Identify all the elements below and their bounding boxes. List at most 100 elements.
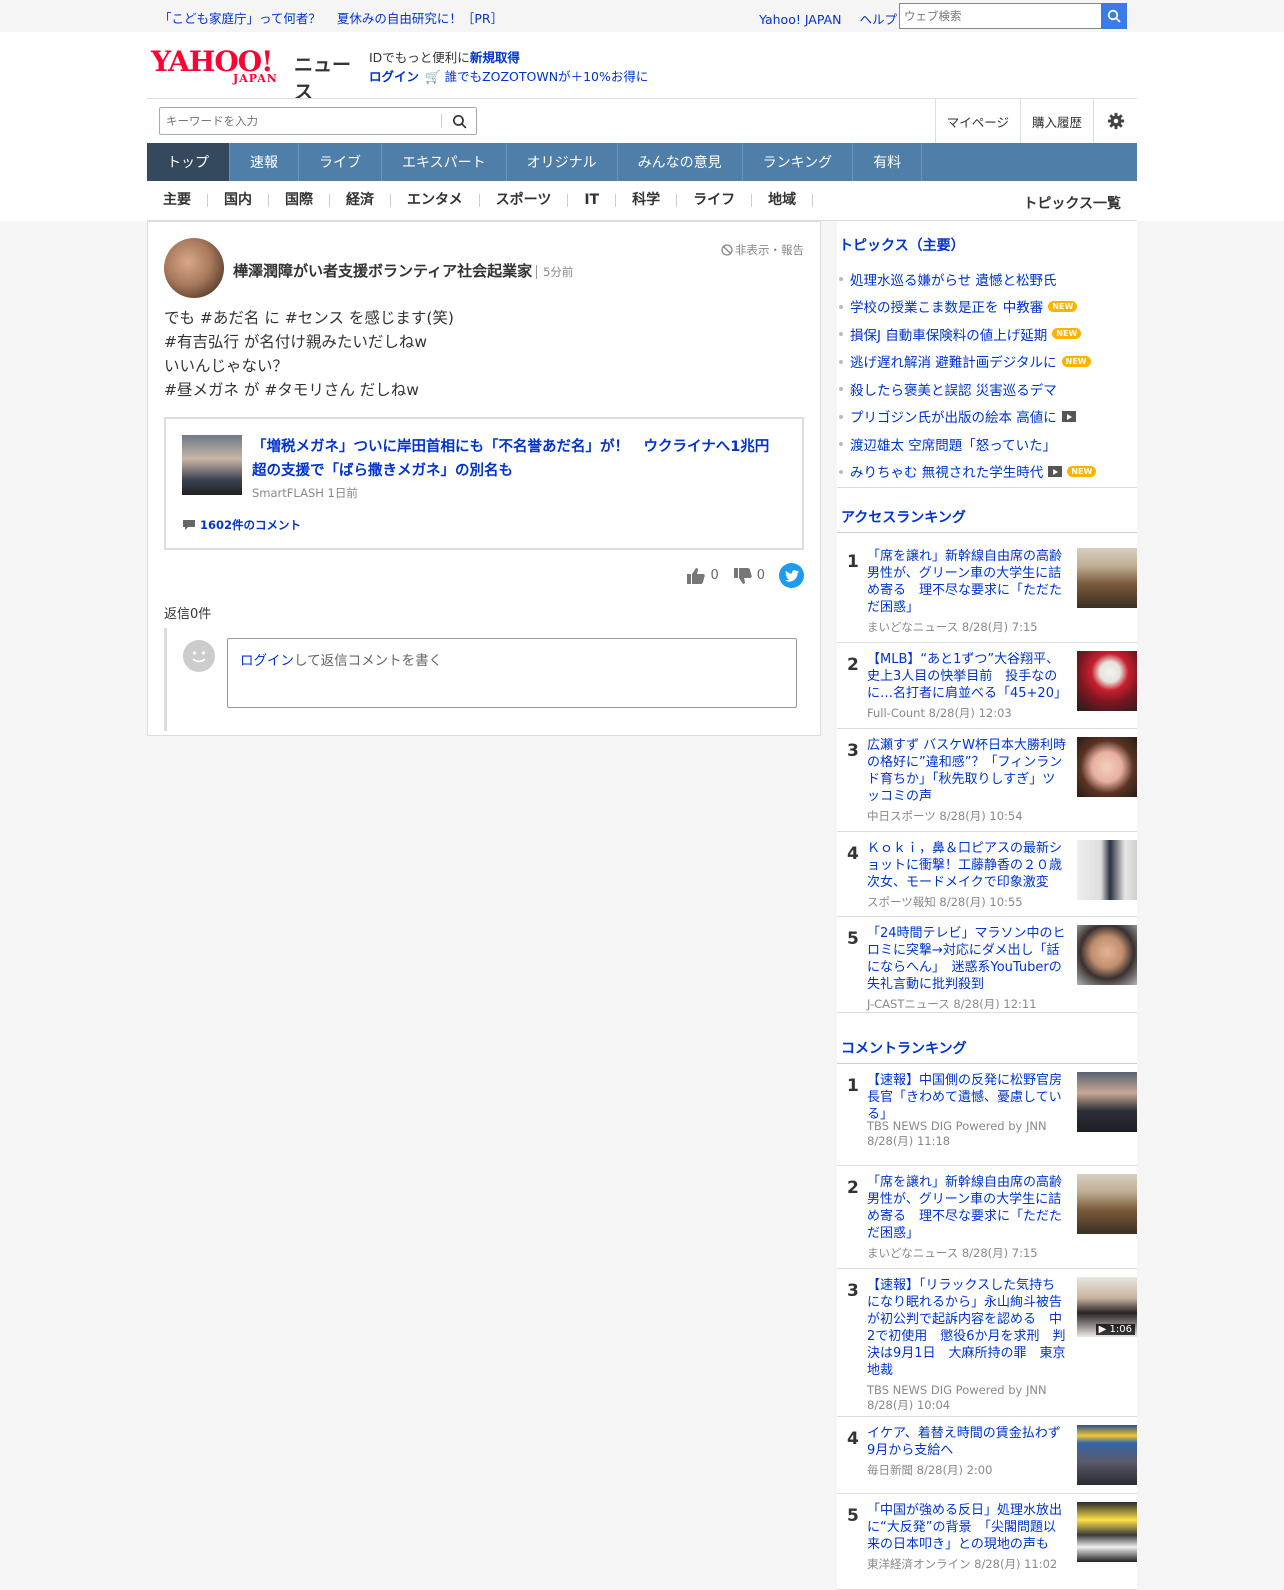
- category-item[interactable]: エンタメ: [391, 193, 480, 207]
- category-item[interactable]: スポーツ: [480, 193, 569, 207]
- ranking-item[interactable]: 4 Ｋｏｋｉ，鼻＆口ピアスの最新ショットに衝撃！工藤静香の２０歳次女、モードメイク…: [837, 832, 1137, 917]
- main-nav-item[interactable]: ライブ: [299, 143, 382, 181]
- reply-comment-field[interactable]: ログインして返信コメントを書く: [227, 638, 797, 708]
- avatar[interactable]: [164, 238, 224, 298]
- ranking-thumbnail[interactable]: [1077, 737, 1137, 797]
- ranking-thumbnail[interactable]: ▶ 1:06: [1077, 1277, 1137, 1337]
- ranking-title[interactable]: 【MLB】“あと1ずつ”大谷翔平、史上3人目の快挙目前 投手なのに…名打者に肩並…: [867, 651, 1067, 702]
- reply-login-link[interactable]: ログイン: [240, 653, 294, 669]
- ranking-thumbnail[interactable]: [1077, 651, 1137, 711]
- promo-link-1[interactable]: 「こども家庭庁」って何者？: [159, 11, 321, 26]
- new-badge: NEW: [1052, 328, 1082, 340]
- ranking-title[interactable]: 「中国が強める反日」処理水放出に“大反発”の背景 「尖閣問題以来の日本叩き」との…: [867, 1502, 1067, 1553]
- category-item[interactable]: 国際: [269, 193, 330, 207]
- author-name[interactable]: 樺澤潤障がい者支援ボランティア社会起業家: [233, 262, 532, 280]
- ranking-thumbnail[interactable]: [1077, 1502, 1137, 1562]
- topics-title[interactable]: トピックス（主要）: [839, 235, 965, 255]
- ranking-title[interactable]: 「席を譲れ」新幹線自由席の高齢男性が、グリーン車の大学生に詰め寄る 理不尽な要求…: [867, 548, 1067, 616]
- ranking-thumbnail[interactable]: [1077, 1072, 1137, 1132]
- ranking-title[interactable]: イケア、着替え時間の賃金払わず 9月から支給へ: [867, 1425, 1074, 1459]
- ranking-item[interactable]: 5 「24時間テレビ」マラソン中のヒロミに突撃→対応にダメ出し「話にならへん」 迷…: [837, 917, 1137, 1013]
- ranking-item[interactable]: 1 「席を譲れ」新幹線自由席の高齢男性が、グリーン車の大学生に詰め寄る 理不尽な要…: [837, 540, 1137, 643]
- category-item[interactable]: 国内: [208, 193, 269, 207]
- ranking-thumbnail[interactable]: [1077, 925, 1137, 985]
- ranking-title[interactable]: 【速報】中国側の反発に松野官房長官「きわめて遺憾、憂慮している」: [867, 1072, 1067, 1123]
- category-item[interactable]: IT: [568, 193, 617, 207]
- linked-article[interactable]: 「増税メガネ」ついに岸田首相にも「不名誉あだ名」が！ ウクライナへ1兆円超の支援…: [164, 417, 804, 550]
- category-item[interactable]: ライフ: [677, 193, 753, 207]
- ranking-thumbnail[interactable]: [1077, 840, 1137, 900]
- ranking-number: 2: [847, 655, 859, 675]
- main-nav-item[interactable]: みんなの意見: [618, 143, 743, 181]
- ranking-number: 4: [847, 1429, 859, 1449]
- main-nav-item[interactable]: オリジナル: [507, 143, 618, 181]
- yahoo-japan-link[interactable]: Yahoo! JAPAN: [759, 12, 841, 27]
- register-link[interactable]: 新規取得: [470, 50, 520, 65]
- ranking-title[interactable]: 「24時間テレビ」マラソン中のヒロミに突撃→対応にダメ出し「話にならへん」 迷惑…: [867, 925, 1067, 993]
- ranking-item[interactable]: 4 イケア、着替え時間の賃金払わず 9月から支給へ 毎日新聞 8/28(月) 2:0…: [837, 1417, 1137, 1494]
- purchase-history-link[interactable]: 購入履歴: [1019, 99, 1093, 143]
- category-item[interactable]: 経済: [330, 193, 391, 207]
- topic-label: 処理水巡る嫌がらせ 遺憾と松野氏: [850, 272, 1057, 289]
- topic-item[interactable]: 渡辺雄太 空席問題「怒っていた」: [837, 430, 1137, 458]
- dislike-button[interactable]: 0: [733, 567, 765, 585]
- mypage-link[interactable]: マイページ: [934, 99, 1020, 143]
- like-button[interactable]: 0: [686, 567, 719, 585]
- topic-item[interactable]: 処理水巡る嫌がらせ 遺憾と松野氏: [837, 265, 1137, 293]
- ranking-item[interactable]: 5 「中国が強める反日」処理水放出に“大反発”の背景 「尖閣問題以来の日本叩き」と…: [837, 1494, 1137, 1590]
- keyword-search-input[interactable]: [160, 109, 441, 133]
- article-source: SmartFLASH 1日前: [252, 486, 358, 500]
- article-comments-link[interactable]: 1602件のコメント: [182, 517, 301, 533]
- article-title[interactable]: 「増税メガネ」ついに岸田首相にも「不名誉あだ名」が！ ウクライナへ1兆円超の支援…: [252, 435, 782, 483]
- ranking-item[interactable]: 2 【MLB】“あと1ずつ”大谷翔平、史上3人目の快挙目前 投手なのに…名打者に肩…: [837, 643, 1137, 729]
- ranking-title[interactable]: 【速報】「リラックスした気持ちになり眠れるから」永山絢斗被告が初公判で起訴内容を…: [867, 1277, 1067, 1379]
- topic-item[interactable]: プリゴジン氏が出版の絵本 高値に: [837, 403, 1137, 431]
- topic-item[interactable]: 学校の授業こま数是正を 中教審 NEW: [837, 293, 1137, 321]
- access-ranking-title[interactable]: アクセスランキング: [841, 507, 966, 527]
- yahoo-news-logo[interactable]: YAHOO! JAPAN ニュース: [151, 48, 361, 104]
- logo-japan-text: JAPAN: [233, 72, 278, 85]
- ranking-item[interactable]: 3 【速報】「リラックスした気持ちになり眠れるから」永山絢斗被告が初公判で起訴内容…: [837, 1269, 1137, 1417]
- category-item[interactable]: 主要: [147, 193, 208, 207]
- main-nav-item[interactable]: 有料: [853, 143, 923, 181]
- topic-item[interactable]: 損保J 自動車保険料の値上げ延期 NEW: [837, 320, 1137, 348]
- ranking-meta: J-CASTニュース 8/28(月) 12:11: [867, 997, 1037, 1011]
- category-item[interactable]: 科学: [616, 193, 678, 207]
- login-link[interactable]: ログイン: [369, 69, 419, 84]
- topic-item[interactable]: みりちゃむ 無視された学生時代 NEW: [837, 458, 1137, 486]
- topic-item[interactable]: 殺したら褒美と誤認 災害巡るデマ: [837, 375, 1137, 403]
- thumbs-up-icon: [687, 567, 706, 584]
- main-nav-item[interactable]: トップ: [147, 143, 230, 181]
- zozo-link[interactable]: 誰でもZOZOTOWNが＋10%お得に: [445, 69, 649, 84]
- settings-button[interactable]: [1093, 99, 1137, 143]
- ranking-thumbnail[interactable]: [1077, 1425, 1137, 1485]
- ranking-item[interactable]: 1 【速報】中国側の反発に松野官房長官「きわめて遺憾、憂慮している」 TBS NEW…: [837, 1064, 1137, 1166]
- category-item[interactable]: 地域: [752, 193, 814, 207]
- ranking-meta: 中日スポーツ 8/28(月) 10:54: [867, 809, 1023, 823]
- main-nav-item[interactable]: 速報: [230, 143, 299, 181]
- ranking-title[interactable]: Ｋｏｋｉ，鼻＆口ピアスの最新ショットに衝撃！工藤静香の２０歳次女、モードメイクで…: [867, 840, 1067, 891]
- ranking-item[interactable]: 3 広瀬すず バスケW杯日本大勝利時の格好に”違和感”？「フィンランド育ちか」「秋…: [837, 729, 1137, 832]
- keyword-search-button[interactable]: [442, 114, 476, 129]
- ranking-thumbnail[interactable]: [1077, 1174, 1137, 1234]
- comment-icon: [183, 520, 195, 530]
- ranking-item[interactable]: 2 「席を譲れ」新幹線自由席の高齢男性が、グリーン車の大学生に詰め寄る 理不尽な要…: [837, 1166, 1137, 1269]
- promo-link-2[interactable]: 夏休みの自由研究に！［PR］: [337, 11, 503, 26]
- twitter-share-button[interactable]: [779, 563, 804, 588]
- help-link[interactable]: ヘルプ: [859, 12, 897, 27]
- web-search-button[interactable]: [1101, 3, 1127, 29]
- block-icon: [721, 244, 733, 256]
- main-nav-item[interactable]: エキスパート: [382, 143, 507, 181]
- ranking-number: 4: [847, 844, 859, 864]
- web-search-input[interactable]: [899, 3, 1101, 29]
- main-nav-item[interactable]: ランキング: [743, 143, 854, 181]
- category-nav: 主要 国内 国際 経済 エンタメ スポーツ IT 科学 ライフ 地域 トピックス一覧: [147, 181, 1137, 221]
- comment-ranking-title[interactable]: コメントランキング: [841, 1038, 967, 1058]
- ranking-title[interactable]: 広瀬すず バスケW杯日本大勝利時の格好に”違和感”？「フィンランド育ちか」「秋先…: [867, 737, 1067, 805]
- article-thumbnail[interactable]: [182, 435, 242, 495]
- all-topics-link[interactable]: トピックス一覧: [1023, 193, 1121, 213]
- topic-item[interactable]: 逃げ遅れ解消 避難計画デジタルに NEW: [837, 348, 1137, 376]
- ranking-thumbnail[interactable]: [1077, 548, 1137, 608]
- hide-report-button[interactable]: 非表示・報告: [721, 242, 804, 258]
- ranking-title[interactable]: 「席を譲れ」新幹線自由席の高齢男性が、グリーン車の大学生に詰め寄る 理不尽な要求…: [867, 1174, 1067, 1242]
